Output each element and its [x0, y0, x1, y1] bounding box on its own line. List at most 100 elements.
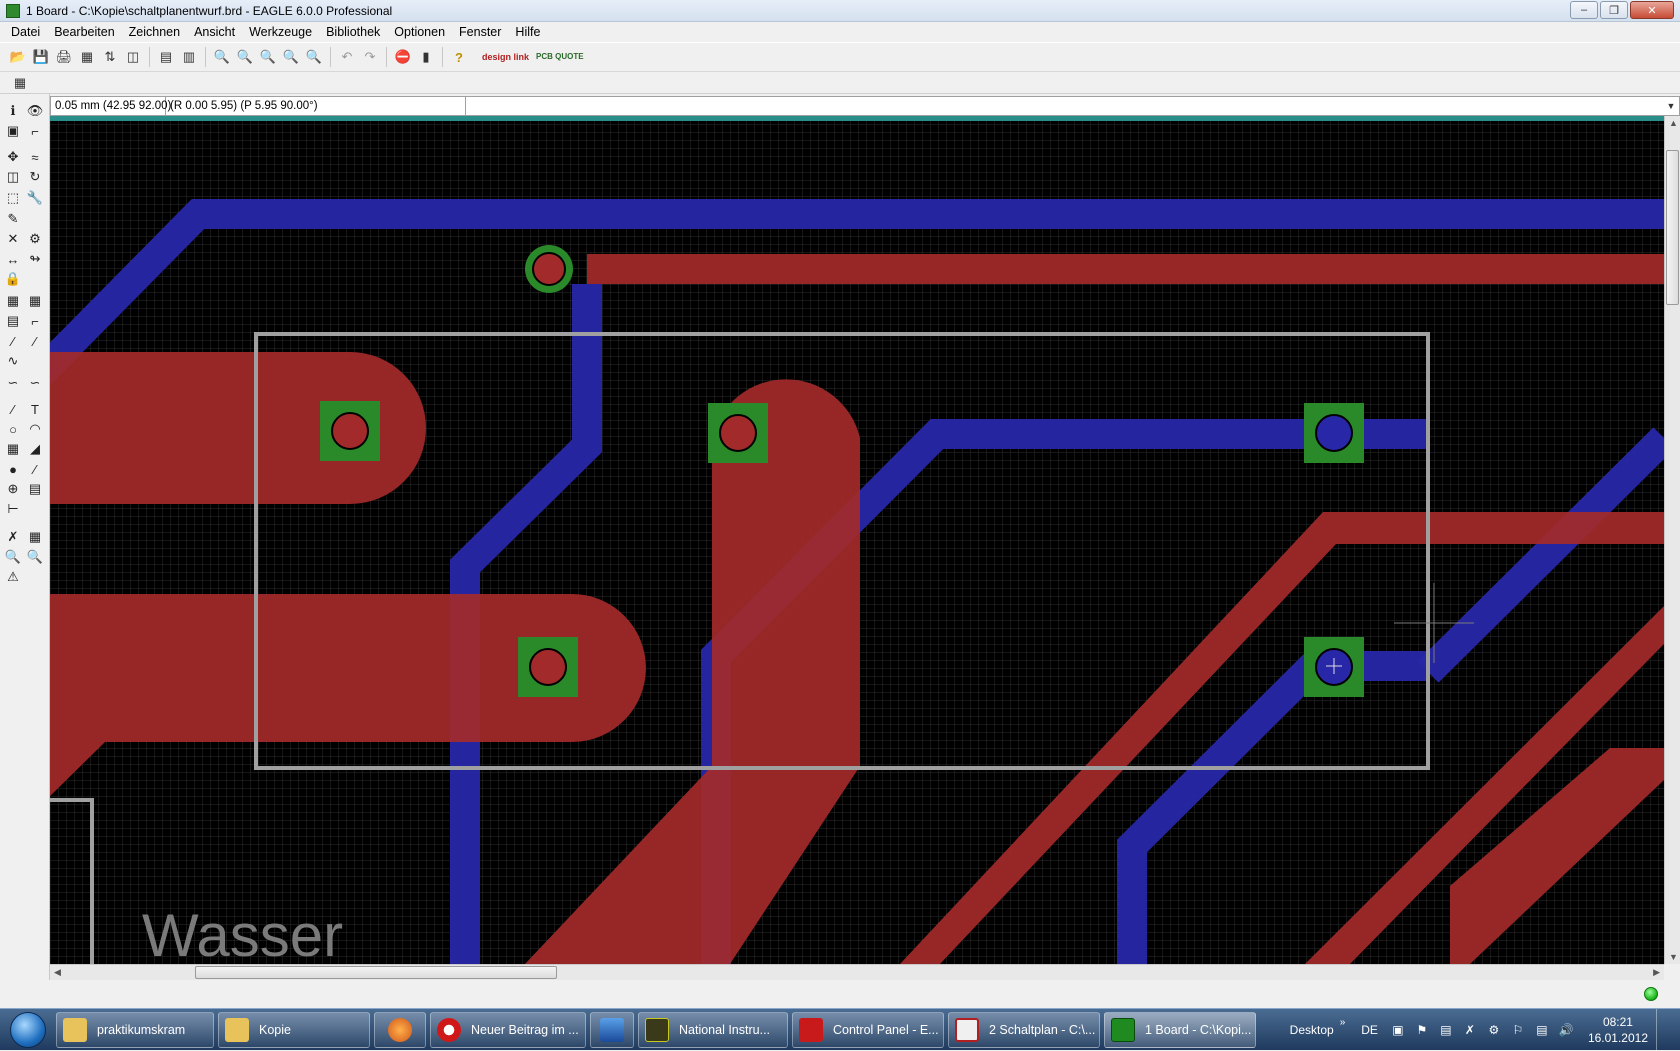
show-icon[interactable]: 👁 — [26, 102, 44, 120]
zoom-select-icon[interactable]: 🔍 — [304, 47, 324, 67]
replace-icon[interactable]: ↔ — [4, 250, 22, 268]
info-icon[interactable]: ℹ — [4, 102, 22, 120]
stop-icon[interactable]: ⛔ — [393, 47, 413, 67]
arc-icon[interactable]: ◠ — [26, 420, 44, 438]
rect-icon[interactable]: ▦ — [4, 440, 22, 458]
ulp-icon[interactable]: ▥ — [179, 47, 199, 67]
task-board[interactable]: 1 Board - C:\Kopi... — [1104, 1011, 1256, 1048]
menu-zeichnen[interactable]: Zeichnen — [122, 25, 187, 39]
task-schaltplan[interactable]: 2 Schaltplan - C:\... — [948, 1011, 1100, 1048]
optimize-icon[interactable]: ∕ — [4, 332, 22, 350]
script-icon[interactable]: ▤ — [156, 47, 176, 67]
undo-icon[interactable]: ↶ — [337, 47, 357, 67]
task-firefox[interactable] — [374, 1011, 426, 1048]
tray-monitor-icon[interactable]: ▤ — [1438, 1022, 1454, 1038]
menu-fenster[interactable]: Fenster — [452, 25, 508, 39]
group-icon[interactable]: ⬚ — [4, 189, 22, 207]
display-icon[interactable]: ▣ — [4, 122, 22, 140]
warning-icon[interactable]: ⚠ — [4, 568, 22, 586]
add-icon[interactable]: ⚙ — [26, 230, 44, 248]
polygon-icon[interactable]: ◢ — [26, 440, 44, 458]
auto-icon[interactable]: ▦ — [26, 528, 44, 546]
mirror-icon[interactable]: ◫ — [4, 168, 22, 186]
text-icon[interactable]: T — [26, 400, 44, 418]
menu-ansicht[interactable]: Ansicht — [187, 25, 242, 39]
scroll-down-icon[interactable]: ▼ — [1669, 952, 1678, 962]
change-icon[interactable]: 🔧 — [26, 189, 44, 207]
pcb-quote-logo[interactable]: PCB QUOTE — [536, 53, 584, 61]
desktop-toolbar[interactable]: Desktop — [1290, 1023, 1334, 1037]
volume-icon[interactable]: 🔊 — [1558, 1022, 1574, 1038]
smash-icon[interactable]: ▦ — [26, 292, 44, 310]
maximize-button[interactable]: ❐ — [1600, 1, 1628, 19]
dimension-icon[interactable]: ⊢ — [4, 500, 22, 518]
clock[interactable]: 08:21 16.01.2012 — [1588, 1014, 1648, 1046]
toolbar-expand-icon[interactable]: » — [1340, 1017, 1346, 1028]
scroll-left-icon[interactable]: ◀ — [54, 967, 61, 978]
task-control-panel[interactable]: Control Panel - E... — [792, 1011, 944, 1048]
vertical-scroll-thumb[interactable] — [1666, 150, 1679, 305]
open-icon[interactable]: 📂 — [8, 47, 28, 67]
menu-hilfe[interactable]: Hilfe — [508, 25, 547, 39]
ratsnest-icon[interactable]: ✗ — [4, 528, 22, 546]
command-history-dropdown-icon[interactable]: ▼ — [1663, 101, 1679, 111]
task-national-instruments[interactable]: National Instru... — [638, 1011, 788, 1048]
tray-app-icon[interactable]: ▣ — [1390, 1022, 1406, 1038]
save-icon[interactable]: 💾 — [31, 47, 51, 67]
menu-datei[interactable]: Datei — [4, 25, 47, 39]
redraw-icon[interactable]: 🔍 — [281, 47, 301, 67]
language-indicator[interactable]: DE — [1361, 1023, 1378, 1037]
wire-icon[interactable]: ∕ — [4, 400, 22, 418]
go-icon[interactable]: ▮ — [416, 47, 436, 67]
circle-icon[interactable]: ○ — [4, 420, 22, 438]
name-icon[interactable]: 🔒 — [4, 270, 22, 288]
copy-icon[interactable]: ≈ — [26, 148, 44, 166]
tray-tools-icon[interactable]: ✗ — [1462, 1022, 1478, 1038]
horizontal-scrollbar[interactable]: ◀ ▶ — [50, 964, 1664, 980]
attribute-icon[interactable]: ▤ — [26, 480, 44, 498]
menu-bibliothek[interactable]: Bibliothek — [319, 25, 387, 39]
lock-icon[interactable]: ↬ — [26, 250, 44, 268]
library-icon[interactable]: ◫ — [123, 47, 143, 67]
network-icon[interactable]: ▤ — [1534, 1022, 1550, 1038]
paste-icon[interactable]: ✎ — [4, 210, 22, 228]
zoom-out-icon[interactable]: 🔍 — [258, 47, 278, 67]
miter-icon[interactable]: ⌐ — [26, 312, 44, 330]
rotate-icon[interactable]: ↻ — [26, 168, 44, 186]
via-icon[interactable]: ● — [4, 460, 22, 478]
vertical-scrollbar[interactable]: ▲ ▼ — [1664, 116, 1680, 964]
errors-icon[interactable]: 🔍 — [26, 548, 44, 566]
menu-optionen[interactable]: Optionen — [387, 25, 452, 39]
design-link-logo[interactable]: design link — [482, 52, 529, 62]
redo-icon[interactable]: ↷ — [360, 47, 380, 67]
close-button[interactable]: ✕ — [1630, 1, 1674, 19]
zoom-in-icon[interactable]: 🔍 — [235, 47, 255, 67]
horizontal-scroll-thumb[interactable] — [195, 966, 557, 979]
start-button[interactable] — [0, 1009, 56, 1051]
mark-icon[interactable]: ⌐ — [26, 122, 44, 140]
delete-icon[interactable]: ✕ — [4, 230, 22, 248]
switch-to-schematic-icon[interactable]: ⇅ — [100, 47, 120, 67]
minimize-button[interactable]: – — [1570, 1, 1598, 19]
meander-icon[interactable]: ∕ — [26, 332, 44, 350]
scroll-right-icon[interactable]: ▶ — [1653, 967, 1660, 978]
task-media-player[interactable] — [590, 1011, 634, 1048]
drc-icon[interactable]: 🔍 — [4, 548, 22, 566]
grid-icon[interactable]: ▦ — [10, 73, 30, 93]
cam-processor-icon[interactable]: ▦ — [77, 47, 97, 67]
help-icon[interactable]: ? — [449, 47, 469, 67]
board-canvas[interactable]: Wasser — [50, 116, 1664, 964]
ripup-icon[interactable]: ∽ — [4, 374, 22, 392]
signal-icon[interactable]: ∕ — [26, 460, 44, 478]
task-praktikumskram[interactable]: praktikumskram — [56, 1011, 214, 1048]
route-icon[interactable]: ∿ — [4, 352, 22, 370]
value-icon[interactable]: ▦ — [4, 292, 22, 310]
scroll-up-icon[interactable]: ▲ — [1669, 118, 1678, 128]
tray-flag-icon[interactable]: ⚑ — [1414, 1022, 1430, 1038]
show-desktop-button[interactable] — [1656, 1009, 1670, 1051]
task-opera[interactable]: Neuer Beitrag im ... — [430, 1011, 586, 1048]
tray-gear-icon[interactable]: ⚙ — [1486, 1022, 1502, 1038]
menu-werkzeuge[interactable]: Werkzeuge — [242, 25, 319, 39]
split-icon[interactable]: ▤ — [4, 312, 22, 330]
print-icon[interactable]: 🖨 — [54, 47, 74, 67]
